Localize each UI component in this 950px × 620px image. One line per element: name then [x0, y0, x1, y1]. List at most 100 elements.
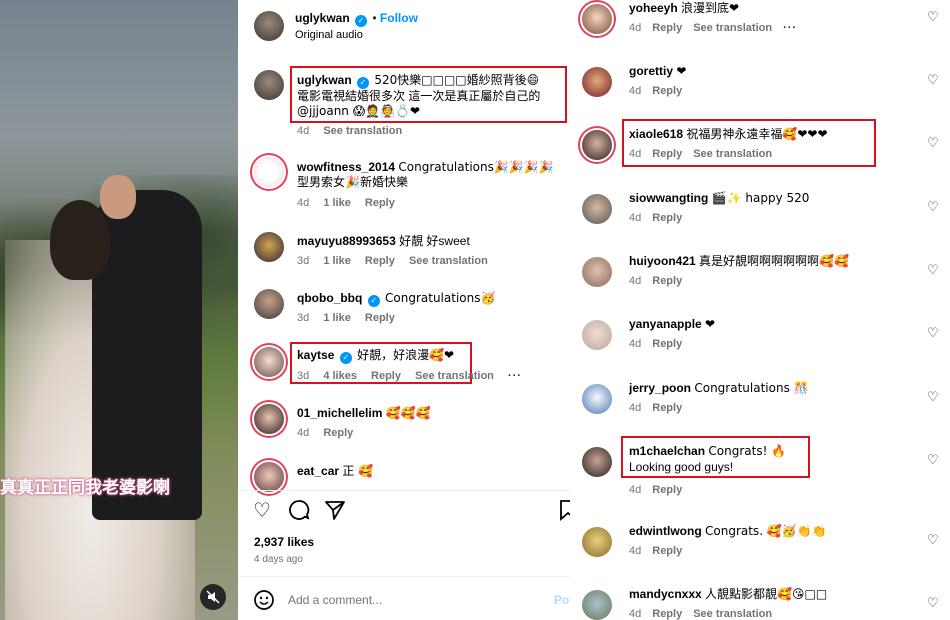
- reply-button[interactable]: Reply: [652, 275, 682, 287]
- comment-time: 4d: [629, 402, 642, 414]
- comment-username[interactable]: uglykwan: [297, 73, 352, 87]
- reply-button[interactable]: Reply: [652, 545, 682, 557]
- heart-icon[interactable]: ♡: [927, 73, 939, 88]
- comments-panel-continued[interactable]: yoheeyh 浪漫到底❤ 4d Reply See translation ··· ♡ g…: [570, 0, 950, 620]
- more-icon[interactable]: ···: [508, 370, 522, 382]
- avatar[interactable]: [254, 157, 284, 187]
- comment-username[interactable]: qbobo_bbq: [297, 291, 362, 305]
- avatar[interactable]: [582, 447, 612, 477]
- mute-button[interactable]: [200, 584, 226, 610]
- avatar[interactable]: [582, 320, 612, 350]
- comment-line: m1chaelchan Congrats! 🔥: [629, 443, 786, 459]
- heart-icon[interactable]: ♡: [927, 136, 939, 151]
- comment-input[interactable]: Add a comment...: [288, 593, 382, 607]
- comments-panel[interactable]: uglykwan ✓ • Follow Original audio uglyk…: [238, 0, 570, 620]
- avatar[interactable]: [582, 130, 612, 160]
- avatar[interactable]: [582, 257, 612, 287]
- comment-text: 🎬✨ happy 520: [711, 191, 810, 205]
- avatar[interactable]: [582, 4, 612, 34]
- reply-button[interactable]: Reply: [371, 370, 401, 382]
- reply-button[interactable]: Reply: [652, 484, 682, 496]
- comment-username[interactable]: eat_car: [297, 464, 339, 478]
- verified-icon: ✓: [355, 15, 368, 27]
- follow-button[interactable]: Follow: [380, 11, 418, 25]
- avatar[interactable]: [254, 404, 284, 434]
- author-username[interactable]: uglykwan: [295, 11, 350, 25]
- avatar[interactable]: [582, 384, 612, 414]
- comment-meta: 3d 4 likes Reply See translation ···: [297, 370, 533, 382]
- comment-time: 4d: [629, 22, 642, 34]
- comment-meta: 4d Reply: [629, 338, 693, 350]
- post-button[interactable]: Post: [554, 593, 570, 607]
- emoji-icon[interactable]: [253, 589, 275, 616]
- reply-button[interactable]: Reply: [365, 312, 395, 324]
- heart-icon[interactable]: ♡: [927, 10, 939, 25]
- comment-username[interactable]: siowwangting: [629, 191, 708, 205]
- post-time[interactable]: 4 days ago: [254, 552, 303, 568]
- divider: [238, 490, 570, 491]
- comment-likes[interactable]: 1 like: [323, 197, 351, 209]
- see-translation-link[interactable]: See translation: [693, 148, 772, 160]
- comment-likes[interactable]: 1 like: [323, 255, 351, 267]
- avatar[interactable]: [582, 590, 612, 620]
- comment-meta: 4d Reply: [629, 545, 693, 557]
- avatar[interactable]: [582, 67, 612, 97]
- comment-username[interactable]: m1chaelchan: [629, 444, 705, 458]
- comment-likes[interactable]: 4 likes: [323, 370, 357, 382]
- reply-button[interactable]: Reply: [652, 85, 682, 97]
- comment-username[interactable]: edwintlwong: [629, 524, 702, 538]
- audio-label[interactable]: Original audio: [295, 27, 363, 43]
- reply-button[interactable]: Reply: [652, 212, 682, 224]
- heart-icon[interactable]: ♡: [927, 326, 939, 341]
- comment-username[interactable]: jerry_poon: [629, 381, 691, 395]
- share-icon[interactable]: [324, 499, 346, 526]
- heart-icon[interactable]: ♡: [927, 263, 939, 278]
- bookmark-icon[interactable]: [558, 499, 570, 526]
- see-translation-link[interactable]: See translation: [323, 125, 402, 137]
- heart-icon[interactable]: ♡: [927, 390, 939, 405]
- avatar[interactable]: [254, 70, 284, 100]
- avatar[interactable]: [582, 527, 612, 557]
- likes-count[interactable]: 2,937 likes: [254, 534, 314, 550]
- heart-icon[interactable]: ♡: [927, 200, 939, 215]
- comment-username[interactable]: mayuyu88993653: [297, 234, 396, 248]
- comment-username[interactable]: kaytse: [297, 348, 334, 362]
- avatar[interactable]: [582, 194, 612, 224]
- comment-username[interactable]: yanyanapple: [629, 317, 702, 331]
- comment-text: Looking good guys!: [629, 460, 734, 474]
- comment-username[interactable]: mandycnxxx: [629, 587, 702, 601]
- post-photo[interactable]: 真真正正同我老婆影喇: [0, 0, 238, 620]
- avatar[interactable]: [254, 232, 284, 262]
- comment-username[interactable]: 01_michellelim: [297, 406, 382, 420]
- heart-icon[interactable]: ♡: [253, 498, 271, 522]
- reply-button[interactable]: Reply: [652, 22, 682, 34]
- avatar[interactable]: [254, 289, 284, 319]
- more-icon[interactable]: ···: [783, 22, 797, 34]
- comment-text: 人靚點影都靚🥰😘□□: [705, 587, 828, 601]
- avatar[interactable]: [254, 11, 284, 41]
- heart-icon[interactable]: ♡: [927, 533, 939, 548]
- see-translation-link[interactable]: See translation: [693, 608, 772, 620]
- avatar[interactable]: [254, 347, 284, 377]
- comment-username[interactable]: yoheeyh: [629, 1, 678, 15]
- comment-username[interactable]: huiyoon421: [629, 254, 696, 268]
- comment-text: 型男索女🎉新婚快樂: [297, 175, 408, 189]
- see-translation-link[interactable]: See translation: [415, 370, 494, 382]
- reply-button[interactable]: Reply: [652, 608, 682, 620]
- reply-button[interactable]: Reply: [652, 148, 682, 160]
- see-translation-link[interactable]: See translation: [409, 255, 488, 267]
- avatar[interactable]: [254, 462, 284, 492]
- reply-button[interactable]: Reply: [365, 255, 395, 267]
- heart-icon[interactable]: ♡: [927, 596, 939, 611]
- comment-likes[interactable]: 1 like: [323, 312, 351, 324]
- comment-username[interactable]: gorettiy: [629, 64, 673, 78]
- heart-icon[interactable]: ♡: [927, 453, 939, 468]
- reply-button[interactable]: Reply: [652, 338, 682, 350]
- comment-icon[interactable]: [288, 499, 310, 526]
- comment-username[interactable]: xiaole618: [629, 127, 683, 141]
- reply-button[interactable]: Reply: [323, 427, 353, 439]
- reply-button[interactable]: Reply: [365, 197, 395, 209]
- comment-username[interactable]: wowfitness_2014: [297, 160, 395, 174]
- reply-button[interactable]: Reply: [652, 402, 682, 414]
- see-translation-link[interactable]: See translation: [693, 22, 772, 34]
